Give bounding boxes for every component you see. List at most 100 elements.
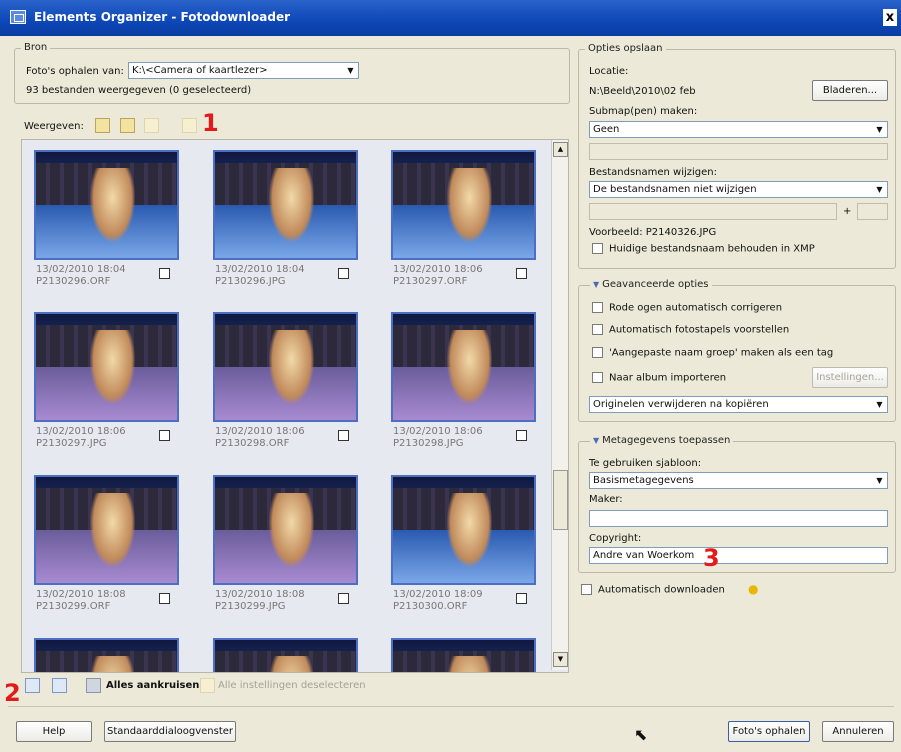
check-all-button[interactable]: Alles aankruisen [106,680,199,691]
copyright-field[interactable]: Andre van Woerkom [589,547,888,564]
thumbnail-item[interactable] [213,638,363,672]
uncheck-all-button[interactable]: Alle instellingen deselecteren [218,680,366,691]
thumbnail-checkbox[interactable] [159,430,170,441]
thumbnail-image[interactable] [213,150,358,260]
scroll-down-icon[interactable]: ▼ [553,652,568,667]
chevron-down-icon: ▼ [873,474,886,487]
browse-button[interactable]: Bladeren... [812,80,888,101]
metadata-header[interactable]: ▼ Metagegevens toepassen [590,435,734,446]
delete-originals-select[interactable]: Originelen verwijderen na kopiëren ▼ [589,396,888,413]
rename-start-field[interactable] [857,203,888,220]
view-grid-icon[interactable] [95,118,110,133]
thumbnail-image[interactable] [391,638,536,672]
thumbnail-item[interactable]: 13/02/2010 18:09 P2130300.ORF [391,475,541,625]
check-all-icon[interactable] [86,678,101,693]
thumbnail-item[interactable]: 13/02/2010 18:06 P2130298.JPG [391,312,541,462]
rotate-left-icon[interactable] [25,678,40,693]
template-select[interactable]: Basismetagegevens ▼ [589,472,888,489]
keep-name-option[interactable]: Huidige bestandsnaam behouden in XMP [592,243,815,255]
thumbnail-image[interactable] [391,150,536,260]
thumbnail-image[interactable] [34,150,179,260]
thumbnail-item[interactable]: 13/02/2010 18:06 P2130298.ORF [213,312,363,462]
keep-name-label: Huidige bestandsnaam behouden in XMP [609,243,815,255]
custom-group-checkbox[interactable] [592,347,603,358]
red-eye-checkbox[interactable] [592,302,603,313]
thumbnail-checkbox[interactable] [516,593,527,604]
red-eye-option[interactable]: Rode ogen automatisch corrigeren [592,302,782,314]
lightbulb-icon[interactable]: ● [748,583,758,595]
thumbnail-checkbox[interactable] [338,268,349,279]
subfolder-select[interactable]: Geen ▼ [589,121,888,138]
template-select-value: Basismetagegevens [593,475,694,486]
collapse-triangle-icon[interactable]: ▼ [593,436,599,445]
stacks-option[interactable]: Automatisch fotostapels voorstellen [592,324,789,336]
thumbnail-image[interactable] [34,312,179,422]
album-label: Naar album importeren [609,372,727,384]
advanced-options-header[interactable]: ▼ Geavanceerde opties [590,279,712,290]
auto-download-option[interactable]: Automatisch downloaden [581,584,725,596]
thumbnail-checkbox[interactable] [338,593,349,604]
thumbnail-checkbox[interactable] [159,593,170,604]
subfolder-name-field[interactable] [589,143,888,160]
cancel-button[interactable]: Annuleren [822,721,894,742]
stacks-checkbox[interactable] [592,324,603,335]
delete-originals-value: Originelen verwijderen na kopiëren [593,399,769,410]
auto-download-checkbox[interactable] [581,584,592,595]
thumbnail-image[interactable] [34,475,179,585]
collapse-triangle-icon[interactable]: ▼ [593,280,599,289]
rename-select[interactable]: De bestandsnamen niet wijzigen ▼ [589,181,888,198]
thumbnail-image[interactable] [391,475,536,585]
thumbnail-image[interactable] [213,638,358,672]
thumbnail-caption: 13/02/2010 18:06 P2130297.JPG [36,426,126,449]
subfolder-select-value: Geen [593,124,620,135]
thumbnail-item[interactable]: 13/02/2010 18:08 P2130299.JPG [213,475,363,625]
standard-dialog-button[interactable]: Standaarddialoogvenster [104,721,236,742]
help-button[interactable]: Help [16,721,92,742]
rename-preview: Voorbeeld: P2140326.JPG [589,227,717,238]
chevron-down-icon: ▼ [873,183,886,196]
app-icon [10,10,26,24]
thumbnail-scrollbar[interactable]: ▲ ▼ [551,140,568,670]
thumbnail-item[interactable] [391,638,541,672]
thumbnail-image[interactable] [213,312,358,422]
thumbnail-checkbox[interactable] [516,430,527,441]
thumbnail-caption: 13/02/2010 18:09 P2130300.ORF [393,589,483,612]
album-settings-button[interactable]: Instellingen... [812,367,888,388]
custom-group-option[interactable]: 'Aangepaste naam groep' maken als een ta… [592,347,833,359]
thumbnail-panel[interactable]: 13/02/2010 18:04 P2130296.ORF 13/02/2010 … [21,139,569,673]
thumbnail-checkbox[interactable] [516,268,527,279]
thumbnail-image[interactable] [391,312,536,422]
thumbnail-checkbox[interactable] [338,430,349,441]
thumbnail-checkbox[interactable] [159,268,170,279]
audio-icon[interactable] [144,118,159,133]
album-checkbox[interactable] [592,372,603,383]
thumbnail-item[interactable]: 13/02/2010 18:04 P2130296.ORF [34,150,184,300]
thumbnail-item[interactable]: 13/02/2010 18:04 P2130296.JPG [213,150,363,300]
thumbnail-item[interactable]: 13/02/2010 18:06 P2130297.JPG [34,312,184,462]
subfolder-label: Submap(pen) maken: [589,106,698,117]
rotate-right-icon[interactable] [52,678,67,693]
view-details-icon[interactable] [120,118,135,133]
uncheck-all-icon[interactable] [200,678,215,693]
thumbnail-item[interactable]: 13/02/2010 18:08 P2130299.ORF [34,475,184,625]
close-icon[interactable]: x [883,9,897,26]
maker-field[interactable] [589,510,888,527]
thumbnail-item[interactable]: 13/02/2010 18:06 P2130297.ORF [391,150,541,300]
scroll-thumb[interactable] [553,470,568,530]
get-photos-button[interactable]: Foto's ophalen [728,721,810,742]
album-option[interactable]: Naar album importeren [592,372,726,384]
keep-name-checkbox[interactable] [592,243,603,254]
rename-prefix-field[interactable] [589,203,837,220]
file-count: 93 bestanden weergegeven (0 geselecteerd… [26,85,252,96]
thumbnail-item[interactable] [34,638,184,672]
scroll-up-icon[interactable]: ▲ [553,142,568,157]
thumbnail-image[interactable] [34,638,179,672]
stacks-label: Automatisch fotostapels voorstellen [609,324,790,336]
thumbnail-caption: 13/02/2010 18:06 P2130297.ORF [393,264,483,287]
thumbnail-image[interactable] [213,475,358,585]
rotate-icon[interactable] [182,118,197,133]
source-select[interactable]: K:\<Camera of kaartlezer> ▼ [128,62,359,79]
thumbnail-caption: 13/02/2010 18:06 P2130298.JPG [393,426,483,449]
get-from-label: Foto's ophalen van: [26,66,124,77]
auto-download-label: Automatisch downloaden [598,584,725,596]
